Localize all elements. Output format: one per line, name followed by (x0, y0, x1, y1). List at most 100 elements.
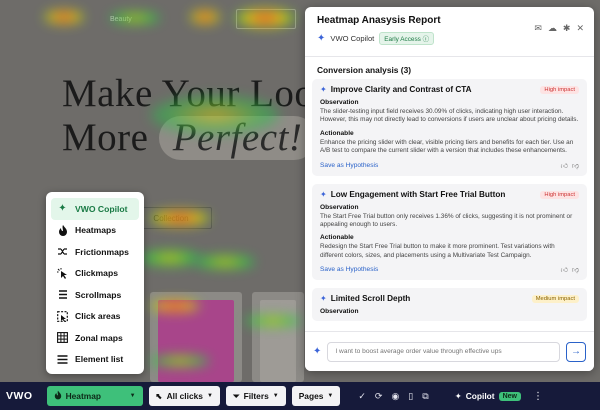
impact-badge: Medium impact (531, 295, 579, 304)
mail-icon[interactable]: ✉ (534, 23, 542, 34)
click-icon (57, 267, 68, 279)
menu-item-label: VWO Copilot (75, 203, 128, 214)
clicks-dropdown[interactable]: ⬉ All clicks ▼ (148, 386, 220, 406)
pages-dropdown[interactable]: Pages ▼ (291, 386, 341, 406)
menu-item-click-areas[interactable]: Click areas (51, 306, 139, 328)
sparkle-icon: ✦ (454, 391, 462, 401)
device-icon[interactable]: ▯ (408, 391, 413, 402)
insight-title-text: Limited Scroll Depth (330, 294, 411, 304)
menu-item-label: Zonal maps (75, 332, 123, 343)
save-hypothesis-link[interactable]: Save as Hypothesis (320, 162, 378, 169)
heat-spot (235, 8, 295, 28)
observation-label: Observation (320, 308, 359, 316)
actionable-label: Actionable (320, 234, 354, 242)
insight-footer: Save as Hypothesis 👍︎ 👎︎ (320, 161, 579, 170)
refresh-icon[interactable]: ⟳ (375, 391, 383, 402)
prompt-bar: ✦ → (305, 331, 594, 371)
product-image (260, 300, 296, 382)
list-icon (57, 354, 68, 365)
cloud-download-icon[interactable]: ☁ (548, 23, 557, 34)
impact-badge: High impact (540, 86, 579, 94)
chevron-down-icon: ▼ (129, 393, 136, 399)
toolbar-icons: ✓ ⟳ ◉ ▯ ⧉ (358, 391, 428, 402)
menu-item-clickmaps[interactable]: Clickmaps (51, 263, 139, 285)
filters-dropdown[interactable]: ⏷ Filters ▼ (225, 386, 286, 406)
close-icon[interactable]: ✕ (576, 23, 584, 34)
flame-icon (54, 390, 62, 402)
chevron-down-icon: ▼ (327, 393, 334, 399)
site-nav-item[interactable] (84, 17, 92, 21)
actionable-label: Actionable (320, 129, 354, 137)
menu-item-heatmaps[interactable]: Heatmaps (51, 220, 139, 242)
menu-item-label: Clickmaps (75, 268, 118, 279)
analysis-report-panel: Heatmap Anasysis Report ✦ VWO Copilot Ea… (305, 7, 594, 371)
split-view-icon[interactable]: ⧉ (422, 391, 428, 402)
sparkle-icon: ✦ (58, 202, 67, 214)
filter-icon: ⏷ (232, 390, 240, 401)
bug-icon[interactable]: ✱ (563, 23, 571, 34)
menu-item-label: Scrollmaps (75, 289, 122, 300)
feedback: 👍︎ 👎︎ (561, 161, 579, 170)
heat-spot (44, 10, 84, 24)
early-access-badge: Early Access ⓘ (379, 32, 435, 45)
panel-header: Heatmap Anasysis Report ✦ VWO Copilot Ea… (305, 7, 594, 57)
heat-spot (190, 10, 220, 24)
actionable-text: Enhance the pricing slider with clear, v… (320, 138, 574, 155)
insight-card: ✦ Improve Clarity and Contrast of CTA Hi… (312, 79, 587, 176)
new-badge: New (498, 391, 521, 401)
eye-icon[interactable]: ◉ (391, 391, 399, 402)
actionable-text: Redesign the Start Free Trial button to … (320, 243, 555, 259)
menu-item-label: Heatmaps (75, 225, 117, 236)
more-options-icon[interactable]: ⋮ (533, 391, 543, 402)
insight-footer: Save as Hypothesis 👍︎ 👎︎ (320, 265, 579, 274)
copilot-label: Copilot (465, 391, 495, 401)
product-card[interactable] (252, 292, 304, 382)
sparkle-icon: ✦ (320, 85, 327, 94)
insight-card: ✦ Low Engagement with Start Free Trial B… (312, 183, 587, 281)
sparkle-icon: ✦ (317, 33, 326, 44)
heat-spot (150, 95, 280, 135)
thumbs-down-icon[interactable]: 👎︎ (572, 161, 579, 170)
vwo-logo: VWO (6, 390, 33, 402)
menu-item-frictionmaps[interactable]: Frictionmaps (51, 241, 139, 263)
menu-item-label: Click areas (75, 311, 121, 322)
headline-prefix: More (62, 116, 149, 159)
bottom-toolbar: VWO Heatmap ▼ ⬉ All clicks ▼ ⏷ Filters ▼… (0, 382, 600, 410)
observation-label: Observation (320, 203, 359, 211)
thumbs-up-icon[interactable]: 👍︎ (561, 161, 568, 170)
check-circle-icon[interactable]: ✓ (358, 391, 366, 402)
prompt-input[interactable] (327, 341, 560, 362)
save-hypothesis-link[interactable]: Save as Hypothesis (320, 266, 378, 273)
clicks-label: All clicks (166, 391, 203, 401)
insight-list: ✦ Improve Clarity and Contrast of CTA Hi… (305, 79, 594, 325)
thumbs-down-icon[interactable]: 👎︎ (572, 265, 579, 274)
observation-text: The slider-testing input field receives … (320, 108, 579, 124)
pages-label: Pages (298, 391, 324, 401)
menu-item-scrollmaps[interactable]: Scrollmaps (51, 284, 139, 306)
copilot-label: VWO Copilot (330, 34, 375, 43)
insight-title-text: Low Engagement with Start Free Trial But… (330, 189, 506, 199)
observation-label: Observation (320, 99, 359, 106)
heat-spot (195, 255, 255, 269)
insight-title-text: Improve Clarity and Contrast of CTA (330, 85, 472, 94)
heat-spot (110, 12, 160, 24)
send-button[interactable]: → (566, 341, 586, 362)
copilot-button[interactable]: ✦ Copilot New (455, 391, 521, 401)
scroll-icon (57, 289, 68, 300)
heat-spot (150, 210, 210, 226)
sparkle-icon: ✦ (320, 189, 327, 199)
heat-spot (245, 315, 301, 327)
friction-icon (57, 246, 68, 257)
thumbs-up-icon[interactable]: 👍︎ (561, 265, 568, 274)
section-title: Conversion analysis (3) (317, 65, 412, 75)
flame-icon (57, 224, 68, 236)
heatmap-dropdown[interactable]: Heatmap ▼ (46, 386, 143, 406)
menu-item-vwo-copilot[interactable]: ✦ VWO Copilot (51, 198, 139, 220)
heat-spot (150, 355, 210, 367)
observation-text: The Start Free Trial button only receive… (320, 212, 573, 229)
chevron-down-icon: ▼ (272, 393, 279, 399)
panel-actions: ✉ ☁ ✱ ✕ (534, 23, 584, 34)
menu-item-zonal-maps[interactable]: Zonal maps (51, 327, 139, 349)
chevron-down-icon: ▼ (206, 393, 213, 399)
menu-item-element-list[interactable]: Element list (51, 349, 139, 371)
